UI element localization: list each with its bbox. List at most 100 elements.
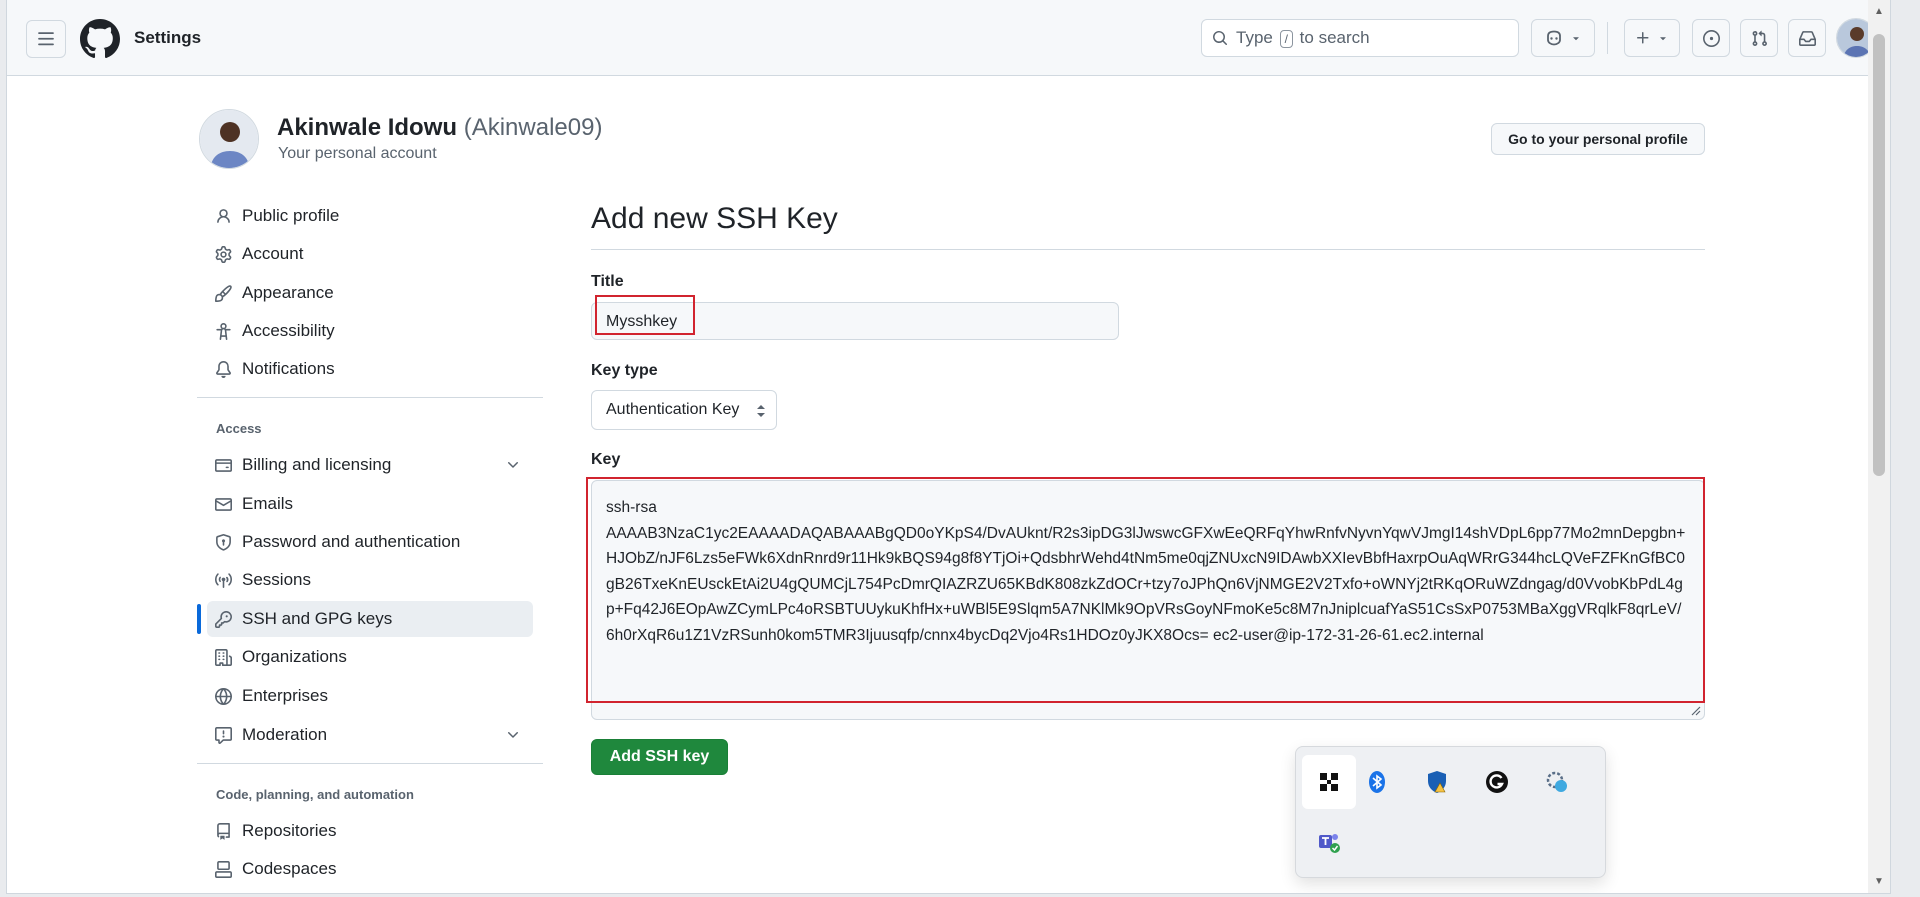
menu-button[interactable] bbox=[26, 20, 66, 58]
github-logo-icon[interactable] bbox=[80, 19, 120, 59]
accessibility-icon bbox=[216, 322, 231, 340]
annotation-highlight-title bbox=[595, 295, 695, 335]
tray-teams-button[interactable] bbox=[1302, 815, 1356, 869]
key-type-select[interactable]: Authentication Key bbox=[591, 390, 777, 430]
notifications-inbox-button[interactable] bbox=[1788, 19, 1826, 57]
sidebar-item-label: Emails bbox=[242, 494, 294, 513]
sidebar-item-label: SSH and GPG keys bbox=[242, 609, 393, 628]
sidebar-item-label: Organizations bbox=[242, 647, 347, 666]
person-icon bbox=[217, 208, 230, 223]
sidebar-item-sessions[interactable]: Sessions bbox=[207, 562, 533, 598]
mail-icon bbox=[215, 497, 232, 511]
browser-page: Settings Type / to search Akinwale Idowu… bbox=[6, 0, 1891, 894]
paintbrush-icon bbox=[215, 284, 232, 302]
inbox-icon bbox=[1798, 30, 1816, 46]
security-warning-icon bbox=[1428, 771, 1446, 793]
codespaces-icon bbox=[215, 860, 232, 878]
broadcast-icon bbox=[215, 572, 232, 588]
hamburger-icon bbox=[38, 32, 54, 46]
credit-card-icon bbox=[215, 458, 232, 472]
create-new-button[interactable] bbox=[1624, 19, 1680, 57]
report-icon bbox=[215, 726, 232, 744]
sidebar-heading-code: Code, planning, and automation bbox=[216, 787, 414, 802]
sidebar-item-label: Codespaces bbox=[242, 859, 337, 878]
sidebar-item-billing[interactable]: Billing and licensing bbox=[207, 447, 533, 483]
key-type-value: Authentication Key bbox=[606, 401, 740, 418]
system-tray-flyout bbox=[1295, 746, 1606, 878]
sidebar-divider bbox=[197, 763, 543, 764]
issues-button[interactable] bbox=[1692, 19, 1730, 57]
sidebar-item-ssh-gpg-keys[interactable]: SSH and GPG keys bbox=[207, 601, 533, 637]
go-to-profile-button[interactable]: Go to your personal profile bbox=[1491, 123, 1705, 155]
account-avatar bbox=[199, 109, 259, 169]
bluetooth-icon bbox=[1369, 771, 1385, 793]
sidebar-item-label: Enterprises bbox=[242, 686, 328, 705]
sidebar-item-accessibility[interactable]: Accessibility bbox=[207, 313, 533, 349]
title-label: Title bbox=[591, 273, 624, 290]
add-ssh-key-button[interactable]: Add SSH key bbox=[591, 739, 728, 775]
sidebar-item-public-profile[interactable]: Public profile bbox=[207, 198, 533, 234]
sidebar-item-repositories[interactable]: Repositories bbox=[207, 813, 533, 849]
scroll-up-arrow-icon[interactable]: ▲ bbox=[1873, 6, 1885, 18]
tray-security-button[interactable] bbox=[1410, 755, 1464, 809]
sidebar-item-label: Accessibility bbox=[242, 321, 335, 340]
global-header: Settings Type / to search bbox=[7, 0, 1890, 76]
tray-sync-button[interactable] bbox=[1530, 755, 1584, 809]
search-placeholder: Type / to search bbox=[1236, 28, 1370, 48]
sidebar-divider bbox=[197, 397, 543, 398]
bell-icon bbox=[216, 360, 231, 378]
app-grid-icon bbox=[1320, 773, 1338, 791]
context-title: Settings bbox=[134, 28, 202, 47]
sidebar-item-appearance[interactable]: Appearance bbox=[207, 275, 533, 311]
annotation-highlight-key bbox=[586, 477, 1705, 703]
resize-handle-icon[interactable] bbox=[1689, 704, 1701, 716]
sidebar-item-label: Sessions bbox=[242, 570, 311, 589]
sidebar-item-organizations[interactable]: Organizations bbox=[207, 639, 533, 675]
header-divider bbox=[1607, 22, 1608, 54]
sidebar-item-label: Billing and licensing bbox=[242, 455, 392, 474]
sidebar-item-notifications[interactable]: Notifications bbox=[207, 351, 533, 387]
plus-icon bbox=[1637, 32, 1649, 44]
chevron-down-icon[interactable] bbox=[505, 457, 521, 473]
scrollbar-thumb[interactable] bbox=[1873, 34, 1885, 476]
teams-icon bbox=[1319, 834, 1340, 853]
page-title: Add new SSH Key bbox=[591, 202, 838, 235]
sidebar-item-label: Public profile bbox=[242, 206, 340, 225]
tray-app-button[interactable] bbox=[1302, 755, 1356, 809]
sidebar-item-enterprises[interactable]: Enterprises bbox=[207, 678, 533, 714]
select-arrows-icon bbox=[757, 405, 765, 417]
page-scrollbar[interactable]: ▲ ▼ bbox=[1868, 0, 1890, 893]
sidebar-heading-access: Access bbox=[216, 421, 262, 436]
chevron-down-icon[interactable] bbox=[505, 727, 521, 743]
sidebar-item-label: Appearance bbox=[242, 283, 334, 302]
settings-sync-icon bbox=[1546, 771, 1567, 792]
account-subtitle: Your personal account bbox=[278, 145, 437, 162]
sidebar-item-label: Account bbox=[242, 244, 304, 263]
tray-grammarly-button[interactable] bbox=[1470, 755, 1524, 809]
gear-icon bbox=[215, 245, 232, 263]
sidebar-item-label: Notifications bbox=[242, 359, 335, 378]
sidebar-item-codespaces[interactable]: Codespaces bbox=[207, 851, 533, 887]
chevron-down-icon bbox=[1573, 37, 1579, 41]
copilot-icon bbox=[1547, 30, 1561, 46]
sidebar-item-label: Password and authentication bbox=[242, 532, 461, 551]
copilot-button[interactable] bbox=[1531, 19, 1595, 57]
sidebar-item-moderation[interactable]: Moderation bbox=[207, 717, 533, 753]
sidebar-item-emails[interactable]: Emails bbox=[207, 486, 533, 522]
search-input[interactable]: Type / to search bbox=[1201, 19, 1519, 57]
sidebar-item-password-auth[interactable]: Password and authentication bbox=[207, 524, 533, 560]
heading-divider bbox=[591, 249, 1705, 250]
sidebar-item-account[interactable]: Account bbox=[207, 236, 533, 272]
account-handle: (Akinwale09) bbox=[463, 114, 603, 141]
scroll-down-arrow-icon[interactable]: ▼ bbox=[1873, 876, 1885, 888]
key-label: Key bbox=[591, 451, 621, 468]
shield-lock-icon bbox=[216, 533, 231, 551]
globe-icon bbox=[215, 687, 232, 705]
pull-requests-button[interactable] bbox=[1740, 19, 1778, 57]
sidebar-item-label: Moderation bbox=[242, 725, 328, 744]
key-type-label: Key type bbox=[591, 362, 658, 379]
tray-bluetooth-button[interactable] bbox=[1350, 755, 1404, 809]
grammarly-icon bbox=[1486, 771, 1508, 793]
chevron-down-icon bbox=[1660, 37, 1666, 41]
repo-icon bbox=[217, 822, 230, 840]
